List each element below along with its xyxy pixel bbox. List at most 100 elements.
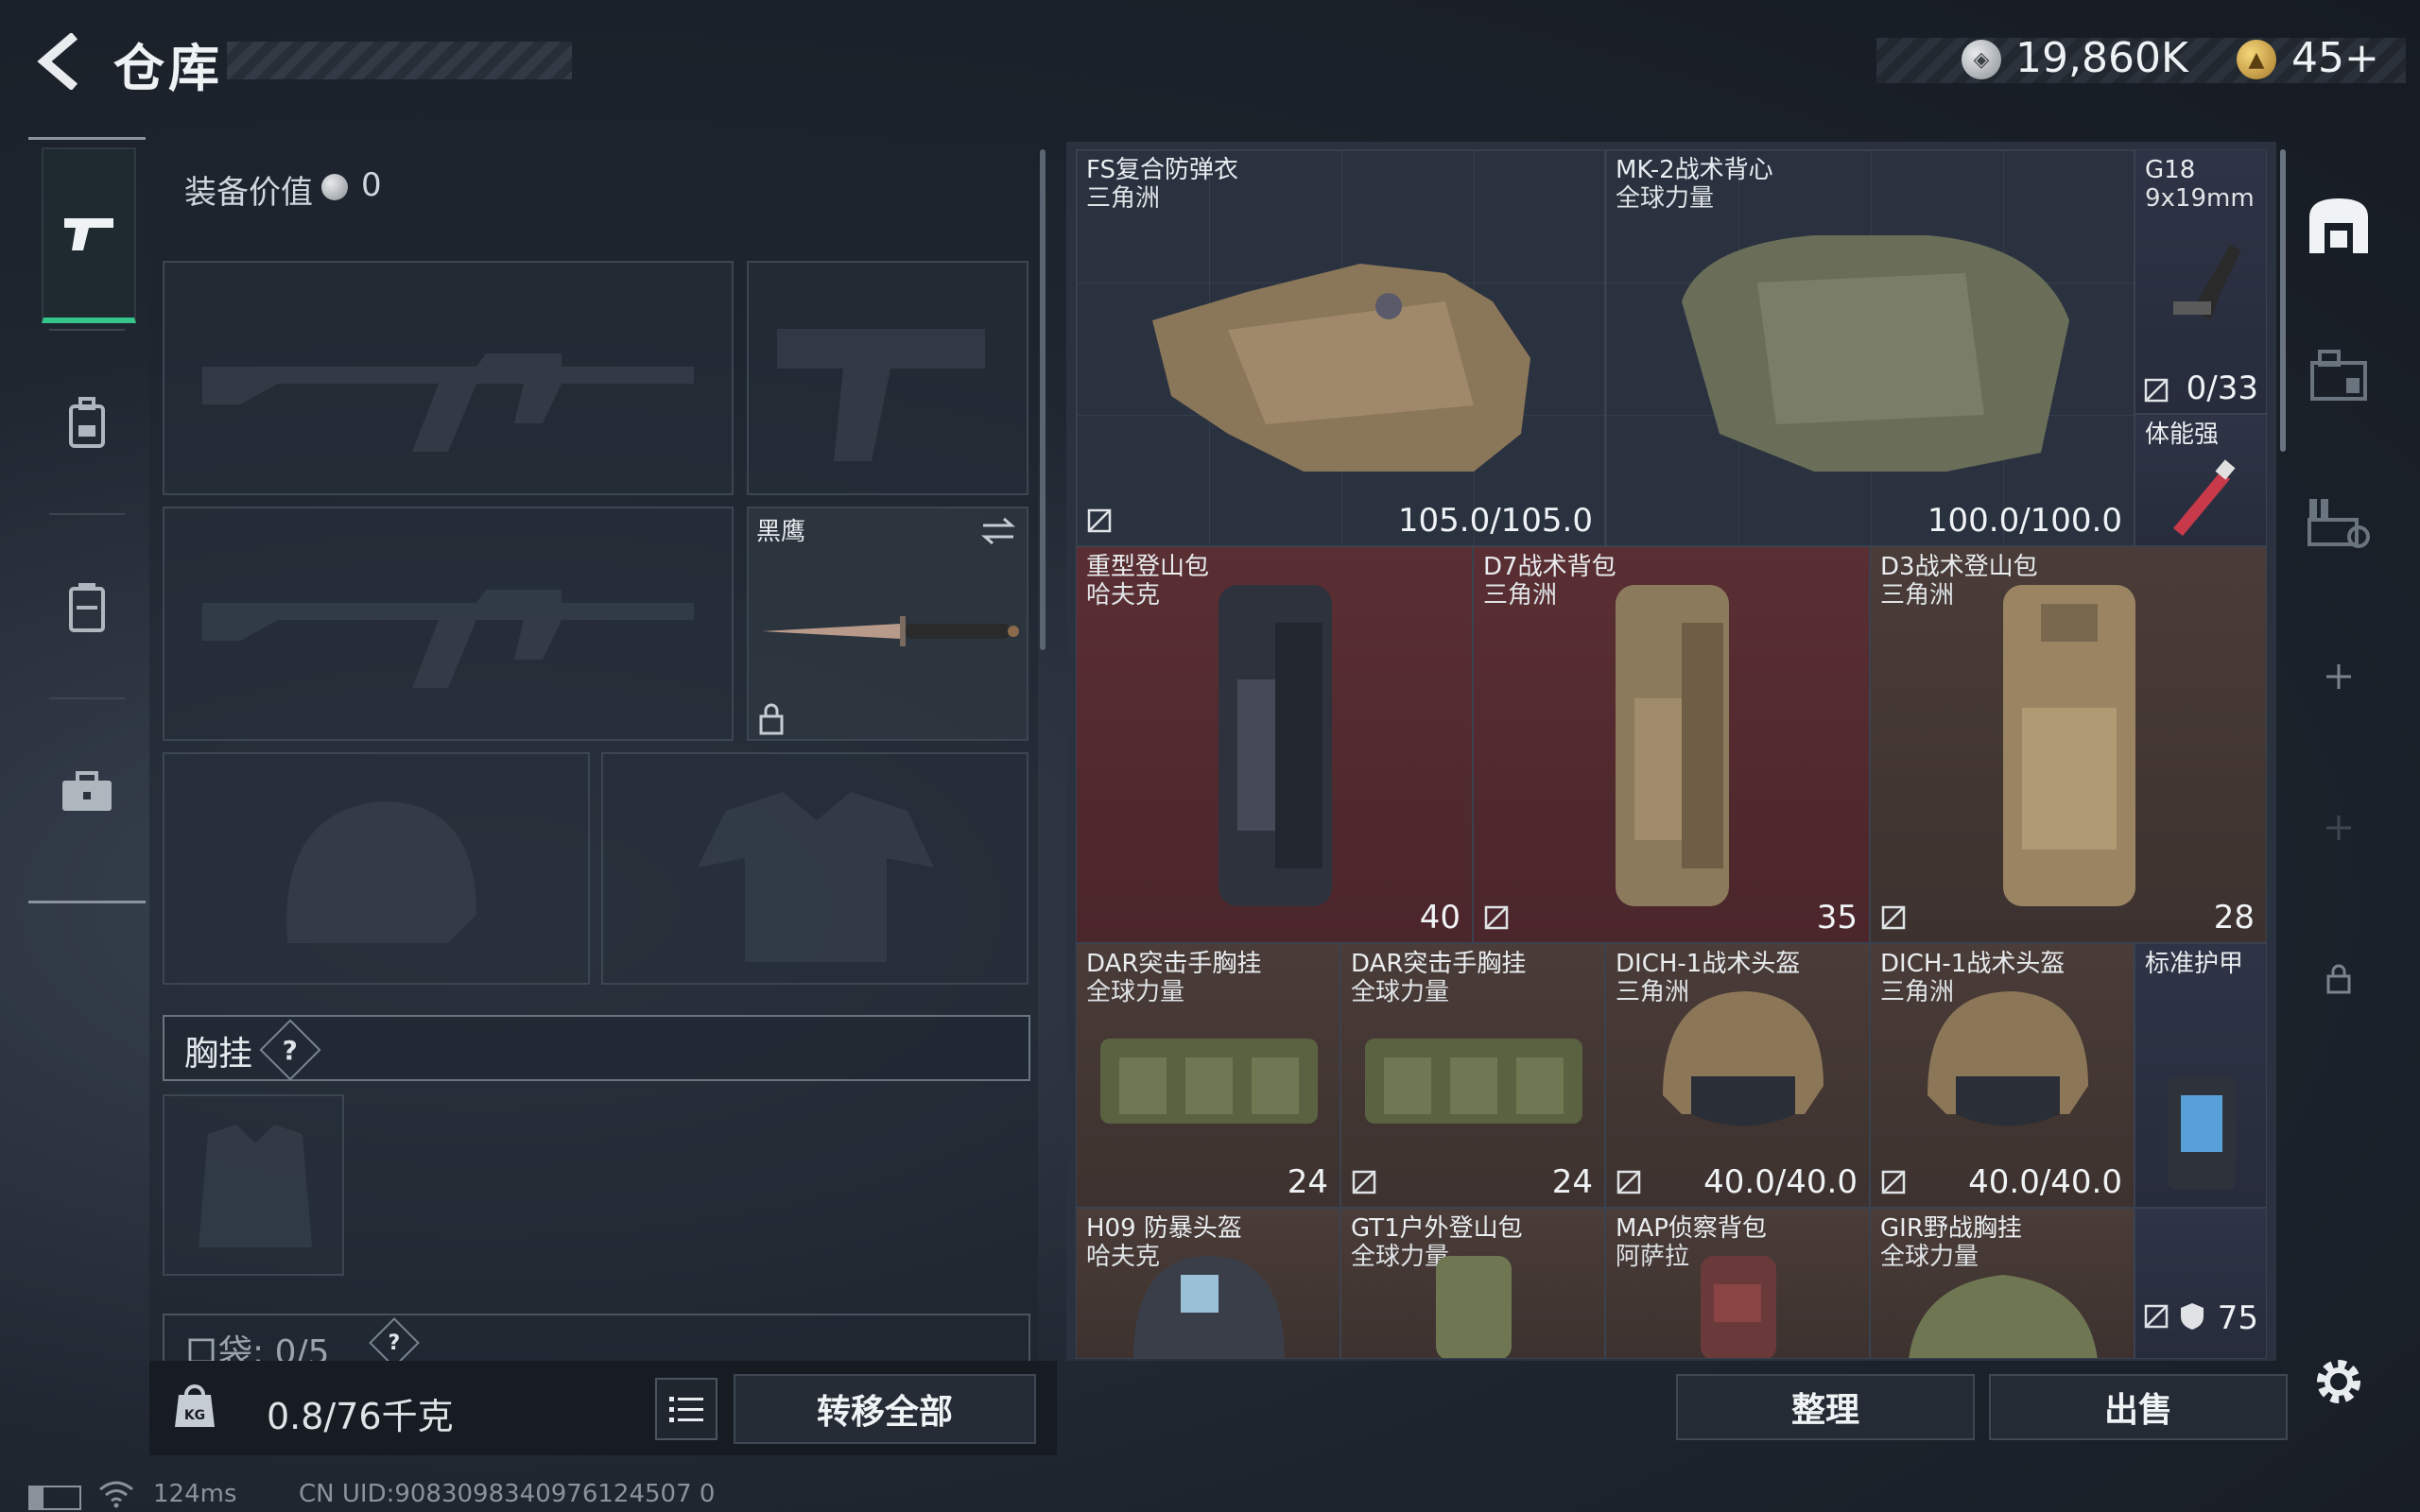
rifle-silhouette-icon — [202, 590, 694, 688]
chest-rig-slot[interactable] — [163, 1094, 344, 1276]
no-sell-icon — [1352, 1170, 1376, 1194]
locked-tab[interactable] — [2301, 941, 2377, 1017]
swap-icon[interactable] — [979, 516, 1017, 546]
tab-armor[interactable] — [28, 523, 146, 693]
inventory-item[interactable]: 体能强 — [2135, 414, 2267, 546]
gold-currency-value: 45+ — [2291, 34, 2379, 82]
item-name: 体能强 — [2145, 421, 2220, 449]
sidearm-slot[interactable] — [747, 261, 1028, 495]
backpack-image — [1616, 585, 1729, 906]
workbench-tab[interactable] — [2301, 486, 2377, 561]
chest-rig-image — [1909, 1275, 2098, 1358]
settings-button[interactable] — [2301, 1344, 2377, 1419]
inventory-item[interactable]: D7战术背包 三角洲 35 — [1473, 546, 1870, 943]
inventory-item[interactable]: DAR突击手胸挂 全球力量 24 — [1340, 943, 1605, 1208]
tab-backpack[interactable] — [28, 338, 146, 508]
inventory-item[interactable]: MAP侦察背包 阿萨拉 — [1605, 1208, 1870, 1359]
inventory-item[interactable]: DICH-1战术头盔 三角洲 40.0/40.0 — [1605, 943, 1870, 1208]
inventory-item[interactable]: 重型登山包 哈夫克 40 — [1076, 546, 1473, 943]
helmet-silhouette-icon — [286, 801, 476, 943]
no-sell-icon — [2144, 1304, 2169, 1329]
sell-button[interactable]: 出售 — [1989, 1374, 2288, 1440]
item-durability: 75 — [2217, 1299, 2258, 1337]
item-durability: 40.0/40.0 — [1703, 1163, 1858, 1201]
inventory-item[interactable]: MK-2战术背心 全球力量 100.0/100.0 — [1605, 149, 2135, 546]
item-capacity: 40 — [1419, 899, 1461, 936]
helmet-image — [1663, 991, 1824, 1126]
list-view-button[interactable] — [655, 1378, 717, 1440]
item-name: MAP侦察背包 — [1616, 1214, 1767, 1243]
inventory-item[interactable]: 75 — [2135, 1208, 2267, 1359]
lock-icon — [2326, 964, 2351, 994]
secondary-weapon-slot[interactable] — [163, 507, 734, 741]
primary-weapon-slot[interactable] — [163, 261, 734, 495]
knife-icon — [762, 616, 1019, 646]
tab-separator — [49, 513, 125, 515]
inventory-scrollbar[interactable] — [2280, 149, 2286, 452]
page-title: 仓库 — [113, 39, 223, 98]
inventory-item[interactable]: FS复合防弹衣 三角洲 105.0/105.0 — [1076, 149, 1605, 546]
back-arrow-icon — [37, 33, 78, 90]
backpack-image — [1701, 1256, 1776, 1358]
sort-button[interactable]: 整理 — [1676, 1374, 1975, 1440]
body-armor-slot[interactable] — [601, 752, 1028, 985]
backpack-image — [2003, 585, 2135, 906]
inventory-item[interactable]: DICH-1战术头盔 三角洲 40.0/40.0 — [1870, 943, 2135, 1208]
gear-icon — [2317, 1360, 2360, 1403]
silver-currency-value: 19,860K — [2015, 34, 2188, 82]
svg-text:KG: KG — [184, 1408, 205, 1423]
item-capacity: 28 — [2213, 899, 2255, 936]
tab-separator — [49, 697, 125, 699]
inventory-item[interactable]: G18 9x19mm 0/33 — [2135, 149, 2267, 414]
warehouse-tab[interactable] — [2301, 187, 2377, 263]
inventory-item[interactable]: GT1户外登山包 全球力量 — [1340, 1208, 1605, 1359]
add-tab-button[interactable] — [2301, 790, 2377, 866]
helmet-slot[interactable] — [163, 752, 590, 985]
rifle-silhouette-icon — [202, 353, 694, 452]
silver-coin-icon — [321, 174, 348, 200]
warehouse-icon — [2309, 198, 2368, 253]
item-capacity: 35 — [1816, 899, 1858, 936]
item-faction: 三角洲 — [1483, 581, 1558, 610]
inventory-item[interactable]: 标准护甲 — [2135, 943, 2267, 1208]
storage-tab[interactable] — [2301, 336, 2377, 412]
silver-coin-icon: ◈ — [1962, 40, 2001, 79]
tab-separator — [49, 329, 125, 331]
wifi-icon — [99, 1481, 133, 1508]
transfer-all-button[interactable]: 转移全部 — [734, 1374, 1036, 1444]
no-sell-icon — [2144, 378, 2169, 403]
no-sell-icon — [1881, 1170, 1906, 1194]
item-caliber: 9x19mm — [2145, 184, 2255, 213]
melee-slot[interactable]: 黑鹰 — [747, 507, 1028, 741]
tab-weapons[interactable] — [42, 147, 136, 323]
briefcase-icon — [62, 771, 112, 811]
add-tab-button[interactable] — [2301, 639, 2377, 714]
storage-box-icon — [2310, 350, 2367, 401]
riot-helmet-image — [1133, 1256, 1285, 1358]
inventory-item[interactable]: H09 防暴头盔 哈夫克 — [1076, 1208, 1340, 1359]
item-name: GT1户外登山包 — [1351, 1214, 1523, 1243]
chest-rig-image — [1100, 1039, 1318, 1124]
backpack-image — [1436, 1256, 1512, 1358]
back-button[interactable] — [26, 28, 93, 94]
inventory-item[interactable]: GIR野战胸挂 全球力量 — [1870, 1208, 2135, 1359]
item-name: MK-2战术背心 — [1616, 156, 1773, 184]
inventory-item[interactable]: D3战术登山包 三角洲 28 — [1870, 546, 2267, 943]
backpack-icon — [69, 397, 105, 448]
item-faction: 三角洲 — [1880, 581, 1955, 610]
list-icon — [669, 1397, 703, 1422]
inventory-item[interactable]: DAR突击手胸挂 全球力量 24 — [1076, 943, 1340, 1208]
item-durability: 40.0/40.0 — [1968, 1163, 2122, 1201]
melee-weapon-name: 黑鹰 — [756, 518, 806, 546]
user-uid: CN UID:9083098340976124507 0 — [299, 1480, 716, 1508]
item-ammo-count: 0/33 — [2186, 369, 2258, 407]
tab-case[interactable] — [28, 707, 146, 877]
item-faction: 阿萨拉 — [1616, 1243, 1690, 1271]
equipment-scrollbar[interactable] — [1040, 149, 1046, 650]
item-name: GIR野战胸挂 — [1880, 1214, 2022, 1243]
item-name: DAR突击手胸挂 — [1351, 950, 1527, 978]
no-sell-icon — [1087, 508, 1112, 533]
armor-icon — [69, 583, 105, 632]
plus-icon — [2326, 816, 2351, 840]
item-name: G18 — [2145, 156, 2196, 184]
